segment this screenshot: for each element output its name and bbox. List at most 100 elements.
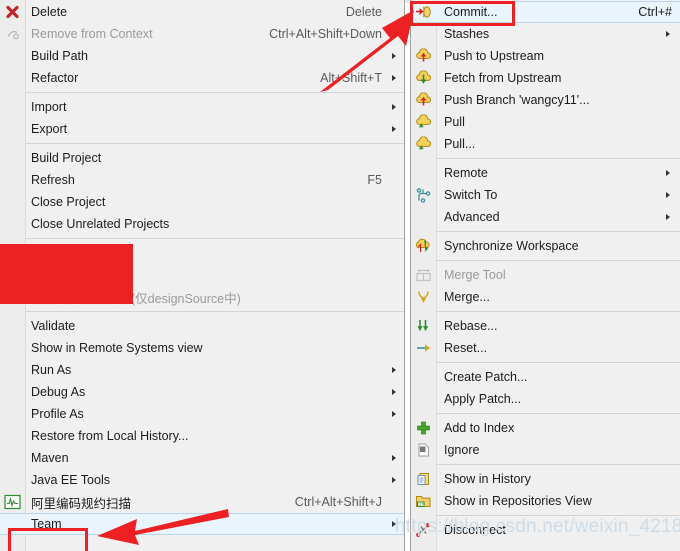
add-to-index-icon [414, 420, 433, 437]
rebase-icon [414, 318, 433, 335]
right-item-label: Apply Patch... [444, 392, 522, 406]
left-item-restore-from-local-history[interactable]: Restore from Local History... [0, 425, 404, 447]
team-git-submenu[interactable]: Commit... Ctrl+# Stashes Push to Upstream Fe… [410, 0, 680, 551]
right-item-merge[interactable]: Merge... [411, 286, 680, 308]
no-icon [3, 428, 22, 445]
right-item-pull[interactable]: Pull... [411, 133, 680, 155]
right-item-label: Fetch from Upstream [444, 71, 562, 85]
left-item-label: Close Project [31, 195, 106, 209]
right-item-show-in-repositories-view[interactable]: GIT Show in Repositories View [411, 490, 680, 512]
right-item-label: Commit... [444, 5, 498, 19]
right-item-apply-patch[interactable]: Apply Patch... [411, 388, 680, 410]
no-icon [3, 450, 22, 467]
git-repo-icon: GIT [414, 493, 433, 510]
left-item-label: Remove from Context [31, 27, 153, 41]
left-item-阿里编码规约扫描[interactable]: 阿里编码规约扫描 Ctrl+Alt+Shift+J [0, 491, 404, 513]
left-item-maven[interactable]: Maven [0, 447, 404, 469]
left-item-close-unrelated-projects[interactable]: Close Unrelated Projects [0, 213, 404, 235]
right-item-synchronize-workspace[interactable]: Synchronize Workspace [411, 235, 680, 257]
left-item-label: Build Project [31, 151, 102, 165]
reset-icon [414, 340, 433, 357]
submenu-chevron-right-icon [392, 126, 396, 132]
left-item-label: Refresh [31, 173, 75, 187]
left-item-java-ee-tools[interactable]: Java EE Tools [0, 469, 404, 491]
menu-separator [437, 413, 680, 414]
right-item-rebase[interactable]: Rebase... [411, 315, 680, 337]
menu-separator [25, 143, 404, 144]
left-item-accelerator: F5 [367, 173, 382, 187]
merge-tool-icon [414, 267, 433, 284]
red-redaction-block [0, 244, 133, 304]
right-item-add-to-index[interactable]: Add to Index [411, 417, 680, 439]
menu-separator [25, 238, 404, 239]
left-item-remove-from-context: Remove from Context Ctrl+Alt+Shift+Down [0, 23, 404, 45]
submenu-chevron-right-icon [392, 104, 396, 110]
left-item-build-path[interactable]: Build Path [0, 45, 404, 67]
left-item-label: Export [31, 122, 68, 136]
left-item-label: Refactor [31, 71, 79, 85]
right-item-switch-to[interactable]: Switch To [411, 184, 680, 206]
no-icon [414, 165, 433, 182]
merge-icon [414, 289, 433, 306]
left-item-label: Import [31, 100, 67, 114]
right-item-show-in-history[interactable]: Show in History [411, 468, 680, 490]
menu-separator [25, 92, 404, 93]
right-item-commit[interactable]: Commit... Ctrl+# [411, 1, 680, 23]
left-item-label: Validate [31, 319, 76, 333]
left-item-label: Close Unrelated Projects [31, 217, 170, 231]
right-item-remote[interactable]: Remote [411, 162, 680, 184]
no-icon [3, 472, 22, 489]
left-item-export[interactable]: Export [0, 118, 404, 140]
submenu-chevron-right-icon [392, 389, 396, 395]
no-icon [3, 318, 22, 335]
no-icon [3, 121, 22, 138]
left-item-close-project[interactable]: Close Project [0, 191, 404, 213]
left-item-import[interactable]: Import [0, 96, 404, 118]
push-branch-icon [414, 92, 433, 109]
right-item-label: Reset... [444, 341, 488, 355]
right-item-label: Pull... [444, 137, 476, 151]
left-item-build-project[interactable]: Build Project [0, 147, 404, 169]
pull-dots-icon [414, 136, 433, 153]
left-item-run-as[interactable]: Run As [0, 359, 404, 381]
right-item-create-patch[interactable]: Create Patch... [411, 366, 680, 388]
left-item-label: Team [31, 517, 62, 531]
right-item-stashes[interactable]: Stashes [411, 23, 680, 45]
right-item-fetch-from-upstream[interactable]: Fetch from Upstream [411, 67, 680, 89]
right-item-ignore[interactable]: Ignore [411, 439, 680, 461]
left-item-debug-as[interactable]: Debug As [0, 381, 404, 403]
right-item-label: Remote [444, 166, 488, 180]
left-item-label: Profile As [31, 407, 84, 421]
svg-text:GIT: GIT [417, 503, 424, 507]
right-item-pull[interactable]: Pull [411, 111, 680, 133]
right-item-advanced[interactable]: Advanced [411, 206, 680, 228]
left-item-delete[interactable]: Delete Delete [0, 1, 404, 23]
pull-icon [414, 114, 433, 131]
left-item-refresh[interactable]: Refresh F5 [0, 169, 404, 191]
submenu-chevron-right-icon [392, 53, 396, 59]
left-item-validate[interactable]: Validate [0, 315, 404, 337]
right-item-push-to-upstream[interactable]: Push to Upstream [411, 45, 680, 67]
right-item-merge-tool: Merge Tool [411, 264, 680, 286]
right-item-label: Create Patch... [444, 370, 528, 384]
right-item-label: Ignore [444, 443, 480, 457]
left-item-show-in-remote-systems-view[interactable]: Show in Remote Systems view [0, 337, 404, 359]
left-item-refactor[interactable]: Refactor Alt+Shift+T [0, 67, 404, 89]
right-item-push-branch-wangcy11[interactable]: Push Branch 'wangcy11'... [411, 89, 680, 111]
submenu-chevron-right-icon [666, 31, 670, 37]
no-icon [3, 150, 22, 167]
right-item-reset[interactable]: Reset... [411, 337, 680, 359]
right-item-label: Rebase... [444, 319, 498, 333]
left-item-label: Show in Remote Systems view [31, 341, 203, 355]
no-icon [3, 194, 22, 211]
menu-separator [437, 158, 680, 159]
left-item-profile-as[interactable]: Profile As [0, 403, 404, 425]
submenu-chevron-right-icon [392, 367, 396, 373]
left-item-label: Build Path [31, 49, 88, 63]
right-item-label: Merge Tool [444, 268, 506, 282]
right-item-label: Merge... [444, 290, 490, 304]
submenu-chevron-right-icon [392, 75, 396, 81]
right-item-label: Push to Upstream [444, 49, 545, 63]
left-item-team[interactable]: Team [0, 513, 404, 535]
right-item-label: Advanced [444, 210, 500, 224]
